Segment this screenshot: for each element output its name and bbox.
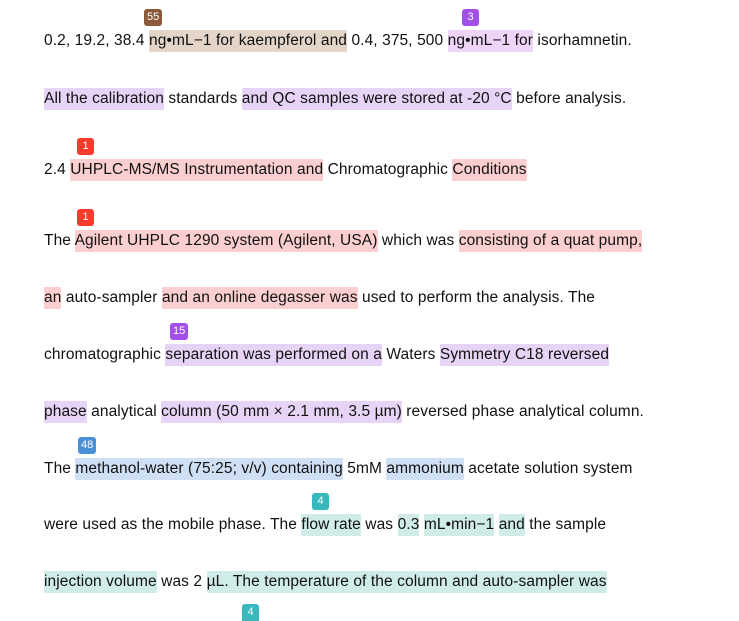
text-line: 2.4 UHPLC-MS/MS Instrumentation and Chro… [44,159,527,181]
plain-text-span: The [44,460,76,477]
plain-text-span: before analysis. [511,90,627,107]
highlighted-text-span[interactable]: flow rate [301,514,361,536]
annotated-document-page: 0.2, 19.2, 38.4 ng•mL−1 for kaempferol a… [0,0,739,621]
plain-text-span: The [44,232,75,249]
plain-text-span: analytical [86,403,162,420]
plain-text-span: 5mM [342,460,387,477]
plain-text-span: used to perform the analysis. The [357,289,596,306]
plain-text-span: chromatographic [44,346,166,363]
plain-text-span: were used as the mobile phase. The [44,516,302,533]
annotation-count-badge[interactable]: 1 [77,138,94,155]
annotation-count-badge[interactable]: 4 [312,493,329,510]
plain-text-span: which was [377,232,459,249]
plain-text-span: reversed phase analytical column. [401,403,644,420]
highlighted-text-span[interactable]: UHPLC-MS/MS Instrumentation and [70,159,324,181]
highlighted-text-span[interactable]: ng•mL−1 for [447,30,534,52]
text-line: were used as the mobile phase. The flow … [44,514,606,536]
highlighted-text-span[interactable]: ng•mL−1 for kaempferol and [149,30,348,52]
highlighted-text-span[interactable]: an [44,287,62,309]
plain-text-span: auto-sampler [61,289,162,306]
plain-text-span: 2.4 [44,161,71,178]
plain-text-span: Chromatographic [323,161,453,178]
annotation-count-badge[interactable]: 55 [144,9,163,26]
annotation-count-badge[interactable]: 1 [77,209,94,226]
text-line: 0.2, 19.2, 38.4 ng•mL−1 for kaempferol a… [44,30,632,52]
plain-text-span: 0.4, 375, 500 [347,32,448,49]
highlighted-text-span[interactable]: consisting of a quat pump, [458,230,643,252]
highlighted-text-span[interactable]: and QC samples were stored at -20 °C [241,88,512,110]
text-line: chromatographic separation was performed… [44,344,610,366]
highlighted-text-span[interactable]: All the calibration [44,88,164,110]
highlighted-text-span[interactable]: µL. The temperature of the column and au… [206,571,607,593]
plain-text-span: isorhamnetin. [533,32,632,49]
plain-text-span: acetate solution system [463,460,633,477]
highlighted-text-span[interactable]: Symmetry C18 reversed [439,344,610,366]
highlighted-text-span[interactable]: column (50 mm × 2.1 mm, 3.5 µm) [161,401,402,423]
highlighted-text-span[interactable]: Conditions [452,159,527,181]
text-line: phase analytical column (50 mm × 2.1 mm,… [44,401,644,423]
text-line: an auto-sampler and an online degasser w… [44,287,595,309]
text-line: The Agilent UHPLC 1290 system (Agilent, … [44,230,643,252]
plain-text-span: standards [163,90,242,107]
highlighted-text-span[interactable]: Agilent UHPLC 1290 system (Agilent, USA) [74,230,378,252]
highlighted-text-span[interactable]: separation was performed on a [165,344,382,366]
text-line: injection volume was 2 µL. The temperatu… [44,571,607,593]
highlighted-text-span[interactable]: phase [44,401,87,423]
plain-text-span: Waters [381,346,440,363]
plain-text-span: 0.2, 19.2, 38.4 [44,32,150,49]
highlighted-text-span[interactable]: injection volume [44,571,157,593]
highlighted-text-span[interactable]: ammonium [386,458,464,480]
text-line: The methanol-water (75:25; v/v) containi… [44,458,633,480]
highlighted-text-span[interactable]: methanol-water (75:25; v/v) containing [75,458,343,480]
annotation-count-badge[interactable]: 4 [242,604,259,621]
annotation-count-badge[interactable]: 48 [78,437,97,454]
plain-text-span: was [360,516,398,533]
highlighted-text-span[interactable]: and an online degasser was [161,287,358,309]
plain-text-span: the sample [524,516,607,533]
annotation-count-badge[interactable]: 3 [462,9,479,26]
plain-text-span: was 2 [156,573,207,590]
text-line: All the calibration standards and QC sam… [44,88,626,110]
highlighted-text-span[interactable]: 0.3 [397,514,420,536]
highlighted-text-span[interactable]: mL•min−1 [423,514,495,536]
highlighted-text-span[interactable]: and [498,514,525,536]
annotation-count-badge[interactable]: 15 [170,323,189,340]
